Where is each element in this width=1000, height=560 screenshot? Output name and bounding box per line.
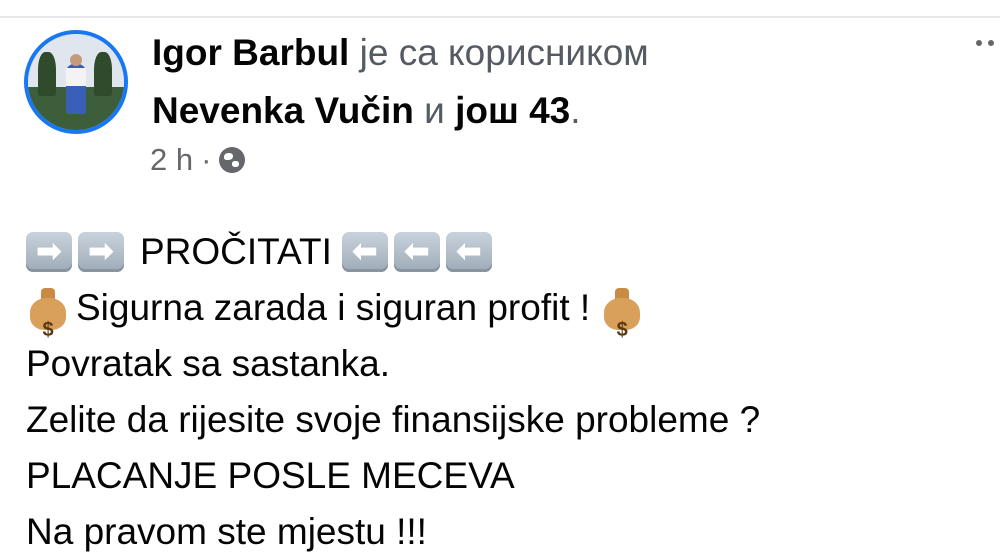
profit-text: Sigurna zarada i siguran profit !	[76, 287, 591, 328]
arrow-left-icon: ⬅	[341, 232, 388, 272]
post-time[interactable]: 2 h	[150, 142, 193, 178]
globe-icon[interactable]	[219, 147, 246, 173]
period: .	[570, 90, 581, 131]
body-line-4: Zelite da rijesite svoje finansijske pro…	[26, 399, 761, 440]
arrow-right-icon: ➡	[26, 232, 72, 272]
avatar-shirt	[66, 68, 86, 86]
and-text: и	[424, 90, 445, 131]
post-header: Igor Barbul је са корисником Nevenka Vuč…	[152, 24, 649, 140]
moneybag-icon: $	[28, 286, 68, 341]
tagged-user[interactable]: Nevenka Vučin	[152, 90, 414, 131]
avatar-head	[70, 54, 82, 66]
body-line-1: ➡ ➡ PROČITATI ⬅ ⬅ ⬅	[26, 224, 760, 280]
moneybag-icon: $	[602, 286, 642, 341]
avatar-tree	[94, 52, 112, 96]
meta-dot: ·	[201, 142, 212, 177]
post-meta: 2 h ·	[150, 142, 246, 178]
body-line-3: Povratak sa sastanka.	[26, 343, 391, 384]
read-text: PROČITATI	[140, 231, 332, 272]
avatar-tree	[38, 52, 56, 96]
with-text: је са корисником	[359, 32, 649, 73]
more-options-icon[interactable]	[976, 40, 1000, 46]
body-line-2: $ Sigurna zarada i siguran profit ! $	[26, 280, 760, 341]
author-name[interactable]: Igor Barbul	[152, 32, 349, 73]
arrow-left-icon: ⬅	[445, 232, 492, 272]
more-dot	[976, 40, 982, 46]
arrow-left-icon: ⬅	[393, 232, 440, 272]
arrow-right-icon: ➡	[78, 232, 124, 272]
others-link[interactable]: још 43	[455, 90, 570, 131]
body-line-5: PLACANJE POSLE MECEVA	[26, 455, 515, 496]
post-body: ➡ ➡ PROČITATI ⬅ ⬅ ⬅ $ Sigurna zarada i s…	[26, 224, 760, 560]
avatar[interactable]	[24, 30, 128, 134]
top-divider	[0, 16, 1000, 18]
more-dot	[988, 40, 994, 46]
body-line-6: Na pravom ste mjestu !!!	[26, 511, 427, 552]
